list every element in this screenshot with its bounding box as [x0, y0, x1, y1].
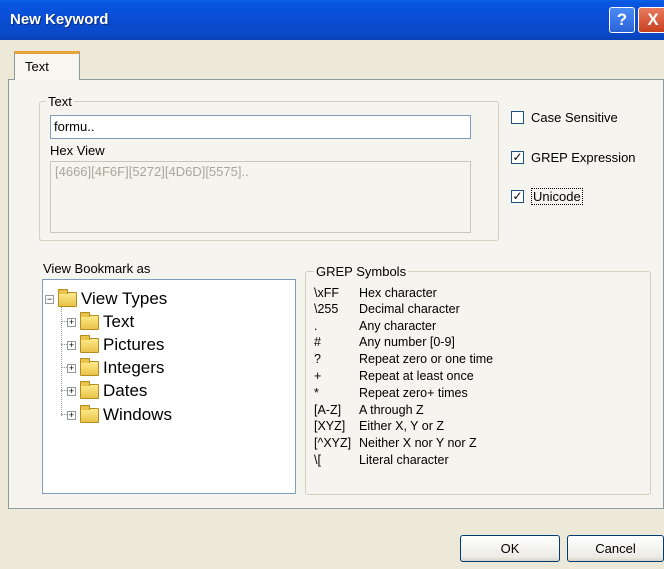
grep-symbol-desc: Repeat at least once [359, 369, 474, 383]
grep-symbol: . [314, 319, 318, 333]
text-input-value: formu.. [54, 119, 95, 134]
unicode-option[interactable]: ✓ Unicode [511, 188, 583, 205]
grep-symbol: [XYZ] [314, 419, 346, 433]
grep-symbol-desc: Repeat zero or one time [359, 352, 494, 366]
tab-text[interactable]: Text [14, 51, 80, 80]
close-button[interactable]: X [638, 7, 664, 33]
grep-symbol-desc: Hex character [359, 286, 437, 300]
tree-node-label: Integers [103, 358, 165, 377]
grep-symbol-desc: Any number [0-9] [359, 335, 455, 349]
view-types-tree[interactable]: − View Types + Text + Pictures + Integer… [42, 279, 296, 494]
grep-symbol-desc: Literal character [359, 453, 449, 467]
folder-icon [58, 288, 77, 307]
folder-icon [80, 357, 99, 376]
grep-symbol-row: [A-Z] A through Z [314, 403, 424, 417]
grep-symbol-row: ? Repeat zero or one time [314, 352, 493, 366]
tree-node-text[interactable]: + Text [67, 311, 135, 332]
plus-expander-icon[interactable]: + [67, 340, 76, 350]
help-icon: ? [616, 10, 628, 29]
grep-symbol: + [314, 369, 322, 383]
tree-node-view-types[interactable]: − View Types [45, 288, 168, 309]
grep-symbol-row: \xFF Hex character [314, 286, 437, 300]
close-icon: X [647, 10, 659, 29]
grep-symbol: [^XYZ] [314, 436, 352, 450]
grep-symbol-row: \255 Decimal character [314, 302, 460, 316]
hex-view-value: [4666][4F6F][5272][4D6D][5575].. [55, 164, 249, 179]
plus-expander-icon[interactable]: + [67, 317, 76, 327]
grep-symbol-row: * Repeat zero+ times [314, 386, 468, 400]
cancel-button[interactable]: Cancel [567, 535, 664, 562]
tree-node-label: View Types [81, 289, 168, 308]
grep-symbol-row: [^XYZ] Neither X nor Y nor Z [314, 436, 477, 450]
grep-symbol-row: [XYZ] Either X, Y or Z [314, 419, 444, 433]
grep-symbol-row: \[ Literal character [314, 453, 449, 467]
grep-symbol-desc: Repeat zero+ times [359, 386, 468, 400]
grep-expression-option[interactable]: ✓ GREP Expression [511, 150, 636, 165]
tree-node-label: Text [103, 312, 135, 331]
grep-symbol: \255 [314, 302, 339, 316]
grep-expression-checkbox[interactable]: ✓ [511, 151, 524, 164]
grep-symbol-desc: Any character [359, 319, 437, 333]
grep-symbol: [A-Z] [314, 403, 342, 417]
grep-symbol-desc: Decimal character [359, 302, 460, 316]
grep-symbol-desc: Neither X nor Y nor Z [359, 436, 477, 450]
plus-expander-icon[interactable]: + [67, 363, 76, 373]
case-sensitive-option[interactable]: Case Sensitive [511, 110, 618, 125]
plus-expander-icon[interactable]: + [67, 386, 76, 396]
checkmark-icon: ✓ [512, 150, 523, 164]
tab-text-label: Text [25, 59, 49, 74]
tree-node-label: Windows [103, 405, 172, 424]
text-group: Text formu.. Hex View [4666][4F6F][5272]… [39, 94, 499, 241]
grep-symbol-desc: A through Z [359, 403, 424, 417]
tree-node-windows[interactable]: + Windows [67, 404, 172, 425]
case-sensitive-checkbox[interactable] [511, 111, 524, 124]
view-bookmark-label: View Bookmark as [43, 261, 151, 276]
tree-node-dates[interactable]: + Dates [67, 380, 148, 401]
tree-node-label: Pictures [103, 335, 165, 354]
ok-button[interactable]: OK [460, 535, 560, 562]
tree-node-label: Dates [103, 381, 148, 400]
grep-symbols-legend: GREP Symbols [314, 264, 409, 279]
minus-expander-icon[interactable]: − [45, 294, 54, 304]
grep-expression-label: GREP Expression [531, 150, 636, 165]
unicode-label: Unicode [531, 188, 583, 205]
tree-node-pictures[interactable]: + Pictures [67, 334, 165, 355]
title-bar: New Keyword ? X [0, 0, 664, 40]
ok-button-label: OK [500, 541, 520, 556]
tree-node-integers[interactable]: + Integers [67, 357, 165, 378]
grep-symbol-row: . Any character [314, 319, 436, 333]
text-group-legend: Text [46, 94, 74, 109]
grep-symbol: * [314, 386, 319, 400]
folder-icon [80, 380, 99, 399]
grep-symbol-row: + Repeat at least once [314, 369, 474, 383]
grep-symbol-row: # Any number [0-9] [314, 335, 455, 349]
help-button[interactable]: ? [609, 7, 635, 33]
unicode-checkbox[interactable]: ✓ [511, 190, 524, 203]
hex-view-label: Hex View [50, 143, 105, 158]
text-input[interactable]: formu.. [50, 115, 471, 139]
folder-icon [80, 311, 99, 330]
grep-symbol: \xFF [314, 286, 339, 300]
checkmark-icon: ✓ [512, 189, 523, 203]
case-sensitive-label: Case Sensitive [531, 110, 618, 125]
grep-symbol: ? [314, 352, 321, 366]
plus-expander-icon[interactable]: + [67, 410, 76, 420]
grep-symbol: \[ [314, 453, 321, 467]
grep-symbol-desc: Either X, Y or Z [359, 419, 444, 433]
window-title: New Keyword [10, 11, 109, 28]
grep-symbol: # [314, 335, 321, 349]
cancel-button-label: Cancel [595, 541, 636, 556]
folder-icon [80, 334, 99, 353]
hex-view-field[interactable]: [4666][4F6F][5272][4D6D][5575].. [50, 161, 471, 233]
folder-icon [80, 404, 99, 423]
